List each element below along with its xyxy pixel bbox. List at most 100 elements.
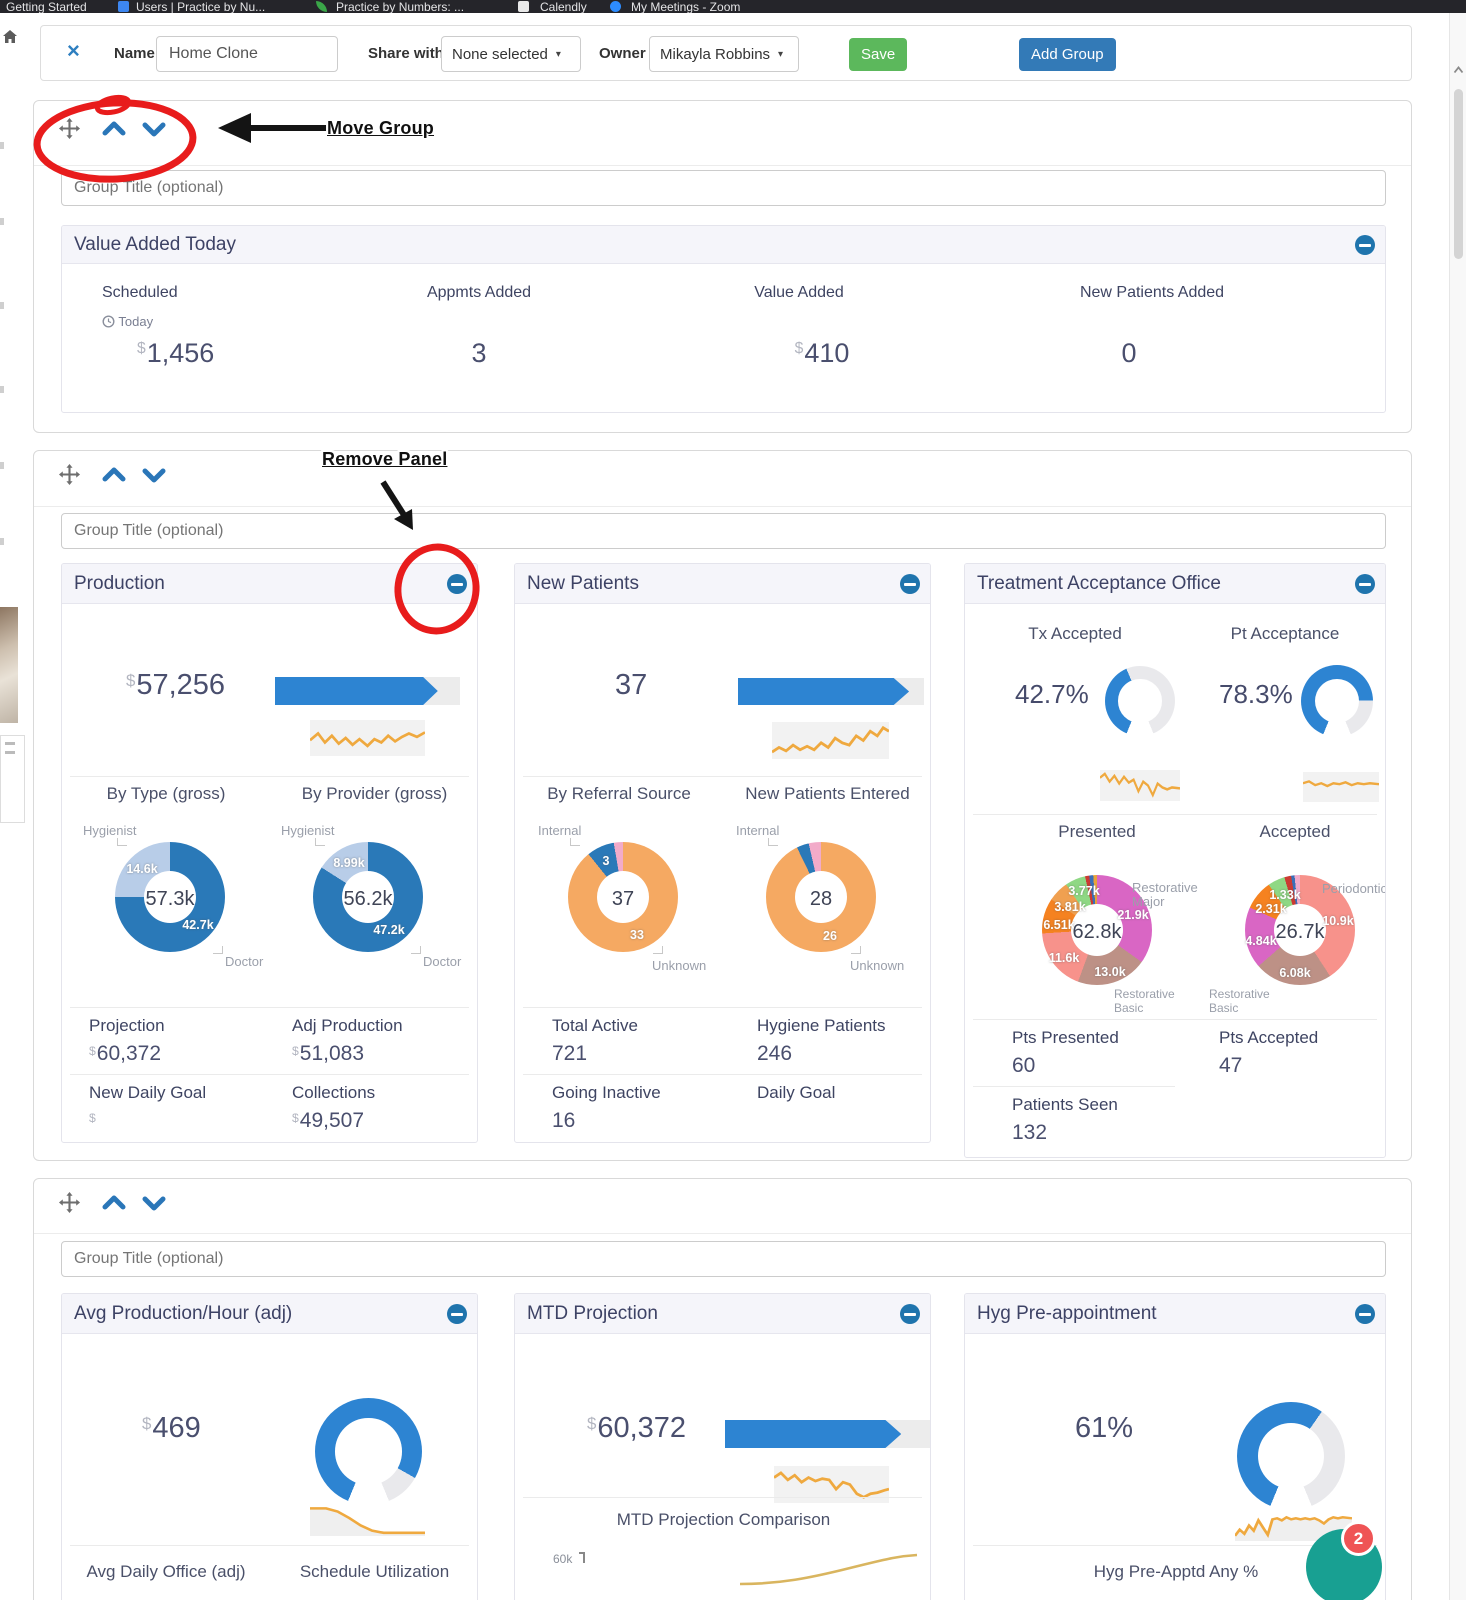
move-group-up-button[interactable] bbox=[101, 1193, 127, 1218]
move-group-annotation: Move Group bbox=[327, 118, 435, 138]
donut-callout: Periodontics bbox=[1322, 881, 1385, 896]
divider bbox=[34, 506, 1411, 507]
dashboard-group-2: Production $57,256 By Type (gross) By Pr… bbox=[33, 450, 1412, 1161]
panel-title: Value Added Today bbox=[74, 234, 236, 255]
metric-value: $410 bbox=[794, 338, 850, 368]
stat-label: Total Active bbox=[552, 1016, 638, 1035]
move-group-up-button[interactable] bbox=[101, 465, 127, 490]
remove-panel-annotation: Remove Panel bbox=[322, 449, 448, 469]
home-icon[interactable] bbox=[2, 29, 18, 49]
move-group-handle[interactable] bbox=[58, 463, 81, 491]
donut-callout: Internal bbox=[538, 823, 582, 838]
donut-by-provider: Hygienist 8.99k 47.2k 56.2k Doctor bbox=[281, 822, 461, 972]
stat-value: $ bbox=[89, 1111, 96, 1125]
gauge-label: Pt Acceptance bbox=[1230, 624, 1340, 643]
save-button[interactable]: Save bbox=[849, 38, 908, 71]
donut-callout: Hygienist bbox=[83, 823, 137, 838]
slice-label: 3.81k bbox=[1054, 900, 1086, 914]
axis-tick-label: 60k bbox=[553, 1552, 573, 1566]
kpi-value: $469 bbox=[142, 1412, 201, 1444]
sidebar-sliver bbox=[0, 462, 4, 469]
donut-callout: Restorative Major bbox=[1132, 880, 1198, 909]
stat-value: 721 bbox=[552, 1042, 588, 1065]
metric-label: Value Added bbox=[754, 284, 844, 301]
gauge-pt-acceptance bbox=[1301, 665, 1373, 737]
kpi-value: 37 bbox=[615, 669, 648, 701]
move-group-up-button[interactable] bbox=[101, 119, 127, 144]
browser-bookmarks-bar: Getting Started Users | Practice by Nu..… bbox=[0, 0, 1466, 13]
group-title-input[interactable] bbox=[61, 170, 1386, 206]
remove-panel-button[interactable] bbox=[1355, 1304, 1375, 1324]
sidebar-sliver bbox=[0, 386, 4, 393]
share-with-dropdown[interactable]: None selected ▾ bbox=[441, 36, 581, 72]
close-icon[interactable]: × bbox=[67, 38, 80, 64]
bookmark-practice-by-numbers[interactable]: Practice by Numbers: ... bbox=[336, 0, 464, 13]
remove-panel-button[interactable] bbox=[1355, 574, 1375, 594]
remove-panel-button[interactable] bbox=[447, 574, 467, 594]
bookmark-zoom[interactable]: My Meetings - Zoom bbox=[631, 0, 740, 13]
scrollbar-up-icon[interactable] bbox=[1453, 61, 1464, 79]
bookmark-getting-started[interactable]: Getting Started bbox=[6, 0, 87, 13]
remove-panel-button[interactable] bbox=[900, 574, 920, 594]
owner-value: Mikayla Robbins bbox=[660, 45, 771, 63]
move-group-handle[interactable] bbox=[58, 117, 81, 145]
slice-label: 26 bbox=[823, 929, 837, 943]
dashboard-name-input[interactable] bbox=[156, 36, 338, 72]
donut-by-type: Hygienist 14.6k 42.7k 57.3k Doctor bbox=[83, 822, 263, 972]
bookmark-calendly[interactable]: Calendly bbox=[540, 0, 587, 13]
progress-bar bbox=[725, 1420, 930, 1448]
bookmark-users-pbn[interactable]: Users | Practice by Nu... bbox=[136, 0, 265, 13]
remove-panel-button[interactable] bbox=[1355, 235, 1375, 255]
remove-panel-button[interactable] bbox=[900, 1304, 920, 1324]
move-group-down-button[interactable] bbox=[141, 119, 167, 144]
stat-value: 16 bbox=[552, 1109, 576, 1132]
stat-label: Pts Accepted bbox=[1219, 1028, 1319, 1047]
panel-title: MTD Projection bbox=[527, 1303, 658, 1324]
donut-center-value: 56.2k bbox=[343, 888, 393, 910]
chart-title: Accepted bbox=[1259, 822, 1331, 841]
stat-value: 47 bbox=[1219, 1054, 1243, 1077]
slice-label: 33 bbox=[630, 928, 644, 942]
zoom-icon bbox=[610, 1, 621, 12]
stat-label: Patients Seen bbox=[1012, 1095, 1118, 1114]
divider bbox=[70, 1545, 469, 1546]
donut-center-value: 57.3k bbox=[145, 888, 195, 910]
scrollbar-thumb[interactable] bbox=[1454, 89, 1463, 259]
metric-label: New Patients Added bbox=[1079, 284, 1225, 301]
progress-bar bbox=[275, 677, 460, 705]
move-group-down-button[interactable] bbox=[141, 465, 167, 490]
stat-label: Hygiene Patients bbox=[757, 1016, 886, 1035]
divider bbox=[523, 1074, 922, 1075]
donut-center-value: 62.8k bbox=[1072, 921, 1122, 943]
donut-callout: Hygienist bbox=[281, 823, 335, 838]
sparkline bbox=[309, 720, 426, 756]
stat-value: $60,372 bbox=[89, 1042, 162, 1065]
chart-title: MTD Projection Comparison bbox=[616, 1510, 831, 1529]
stat-label: Projection bbox=[89, 1016, 165, 1035]
move-group-down-button[interactable] bbox=[141, 1193, 167, 1218]
slice-label: 11.6k bbox=[1048, 951, 1080, 965]
move-group-handle[interactable] bbox=[58, 1191, 81, 1219]
add-group-button[interactable]: Add Group bbox=[1019, 38, 1116, 71]
owner-label: Owner bbox=[599, 45, 646, 62]
footer-label: Schedule Utilization bbox=[299, 1562, 450, 1581]
stat-value: $51,083 bbox=[292, 1042, 365, 1065]
chart-title: By Type (gross) bbox=[106, 784, 226, 803]
remove-panel-button[interactable] bbox=[447, 1304, 467, 1324]
name-label: Name bbox=[114, 45, 155, 62]
stat-value: 246 bbox=[757, 1042, 793, 1065]
panel-title: Treatment Acceptance Office bbox=[977, 573, 1221, 594]
slice-label: 21.9k bbox=[1117, 908, 1149, 922]
divider bbox=[34, 165, 1411, 166]
gauge-avg-production bbox=[315, 1398, 422, 1505]
divider bbox=[523, 776, 922, 777]
owner-dropdown[interactable]: Mikayla Robbins ▾ bbox=[649, 36, 799, 72]
metric-label: Appmts Added bbox=[426, 284, 532, 301]
panel-mtd-projection: MTD Projection $60,372 MTD Projection Co… bbox=[514, 1293, 931, 1600]
kpi-value: $60,372 bbox=[587, 1412, 687, 1444]
dashboard-group-3: Avg Production/Hour (adj) $469 Avg Daily… bbox=[33, 1178, 1412, 1600]
group-title-input[interactable] bbox=[61, 513, 1386, 549]
sparkline bbox=[771, 722, 890, 759]
page-scrollbar[interactable] bbox=[1449, 13, 1466, 1600]
group-title-input[interactable] bbox=[61, 1241, 1386, 1277]
